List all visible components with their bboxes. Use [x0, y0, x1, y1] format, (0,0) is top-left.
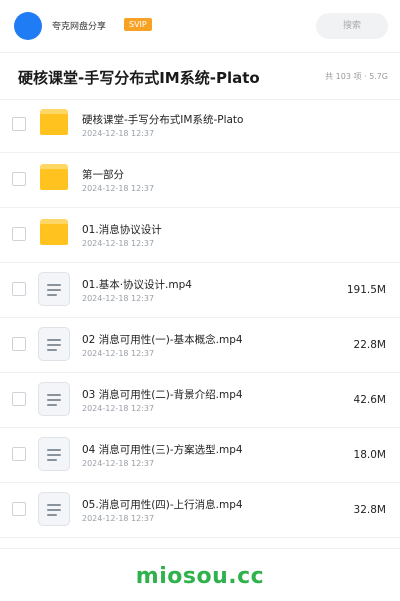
file-icon	[38, 382, 70, 416]
svip-badge: SVIP	[124, 18, 152, 31]
folder-icon	[40, 164, 68, 190]
item-name: 05.消息可用性(四)-上行消息.mp4	[82, 499, 243, 511]
item-size: 32.8M	[353, 504, 386, 516]
list-item[interactable]: 第一部分 2024-12-18 12:37	[0, 153, 400, 208]
list-item[interactable]: 01.消息协议设计 2024-12-18 12:37	[0, 208, 400, 263]
select-checkbox[interactable]	[12, 282, 26, 296]
file-icon	[38, 272, 70, 306]
item-date: 2024-12-18 12:37	[82, 349, 155, 358]
top-bar: 夸克网盘分享 SVIP 搜索	[0, 0, 400, 52]
item-date: 2024-12-18 12:37	[82, 514, 155, 523]
item-name: 硬核课堂-手写分布式IM系统-Plato	[82, 114, 244, 126]
watermark: miosou.cc	[135, 564, 265, 589]
item-name: 01.消息协议设计	[82, 224, 162, 236]
item-name: 03 消息可用性(二)-背景介绍.mp4	[82, 389, 243, 401]
owner-name: 夸克网盘分享	[52, 22, 107, 32]
page-title: 硬核课堂-手写分布式IM系统-Plato	[18, 69, 260, 87]
list-item[interactable]: 03 消息可用性(二)-背景介绍.mp4 2024-12-18 12:37 42…	[0, 373, 400, 428]
item-date: 2024-12-18 12:37	[82, 459, 155, 468]
search-input[interactable]: 搜索	[316, 13, 388, 39]
item-date: 2024-12-18 12:37	[82, 129, 155, 138]
list-item[interactable]: 05.消息可用性(四)-上行消息.mp4 2024-12-18 12:37 32…	[0, 483, 400, 538]
item-name: 第一部分	[82, 169, 124, 181]
item-date: 2024-12-18 12:37	[82, 184, 155, 193]
folder-icon	[40, 219, 68, 245]
item-size: 22.8M	[353, 339, 386, 351]
list-item[interactable]: 01.基本·协议设计.mp4 2024-12-18 12:37 191.5M	[0, 263, 400, 318]
file-list: 硬核课堂-手写分布式IM系统-Plato 2024-12-18 12:37 第一…	[0, 98, 400, 538]
select-checkbox[interactable]	[12, 502, 26, 516]
file-icon	[38, 327, 70, 361]
file-icon	[38, 437, 70, 471]
file-icon	[38, 492, 70, 526]
select-checkbox[interactable]	[12, 117, 26, 131]
item-size: 191.5M	[346, 284, 386, 296]
item-date: 2024-12-18 12:37	[82, 404, 155, 413]
item-name: 04 消息可用性(三)-方案选型.mp4	[82, 444, 243, 456]
item-size: 42.6M	[353, 394, 386, 406]
item-date: 2024-12-18 12:37	[82, 239, 155, 248]
list-item[interactable]: 硬核课堂-手写分布式IM系统-Plato 2024-12-18 12:37	[0, 98, 400, 153]
folder-header: 硬核课堂-手写分布式IM系统-Plato 共 103 项 · 5.7G	[0, 52, 400, 100]
list-item[interactable]: 02 消息可用性(一)-基本概念.mp4 2024-12-18 12:37 22…	[0, 318, 400, 373]
select-checkbox[interactable]	[12, 447, 26, 461]
folder-icon	[40, 109, 68, 135]
item-name: 01.基本·协议设计.mp4	[82, 279, 192, 291]
item-date: 2024-12-18 12:37	[82, 294, 155, 303]
item-count: 共 103 项 · 5.7G	[325, 72, 388, 81]
select-checkbox[interactable]	[12, 172, 26, 186]
item-size: 18.0M	[353, 449, 386, 461]
select-checkbox[interactable]	[12, 392, 26, 406]
list-item[interactable]: 04 消息可用性(三)-方案选型.mp4 2024-12-18 12:37 18…	[0, 428, 400, 483]
item-name: 02 消息可用性(一)-基本概念.mp4	[82, 334, 243, 346]
avatar[interactable]	[14, 12, 42, 40]
select-checkbox[interactable]	[12, 227, 26, 241]
select-checkbox[interactable]	[12, 337, 26, 351]
